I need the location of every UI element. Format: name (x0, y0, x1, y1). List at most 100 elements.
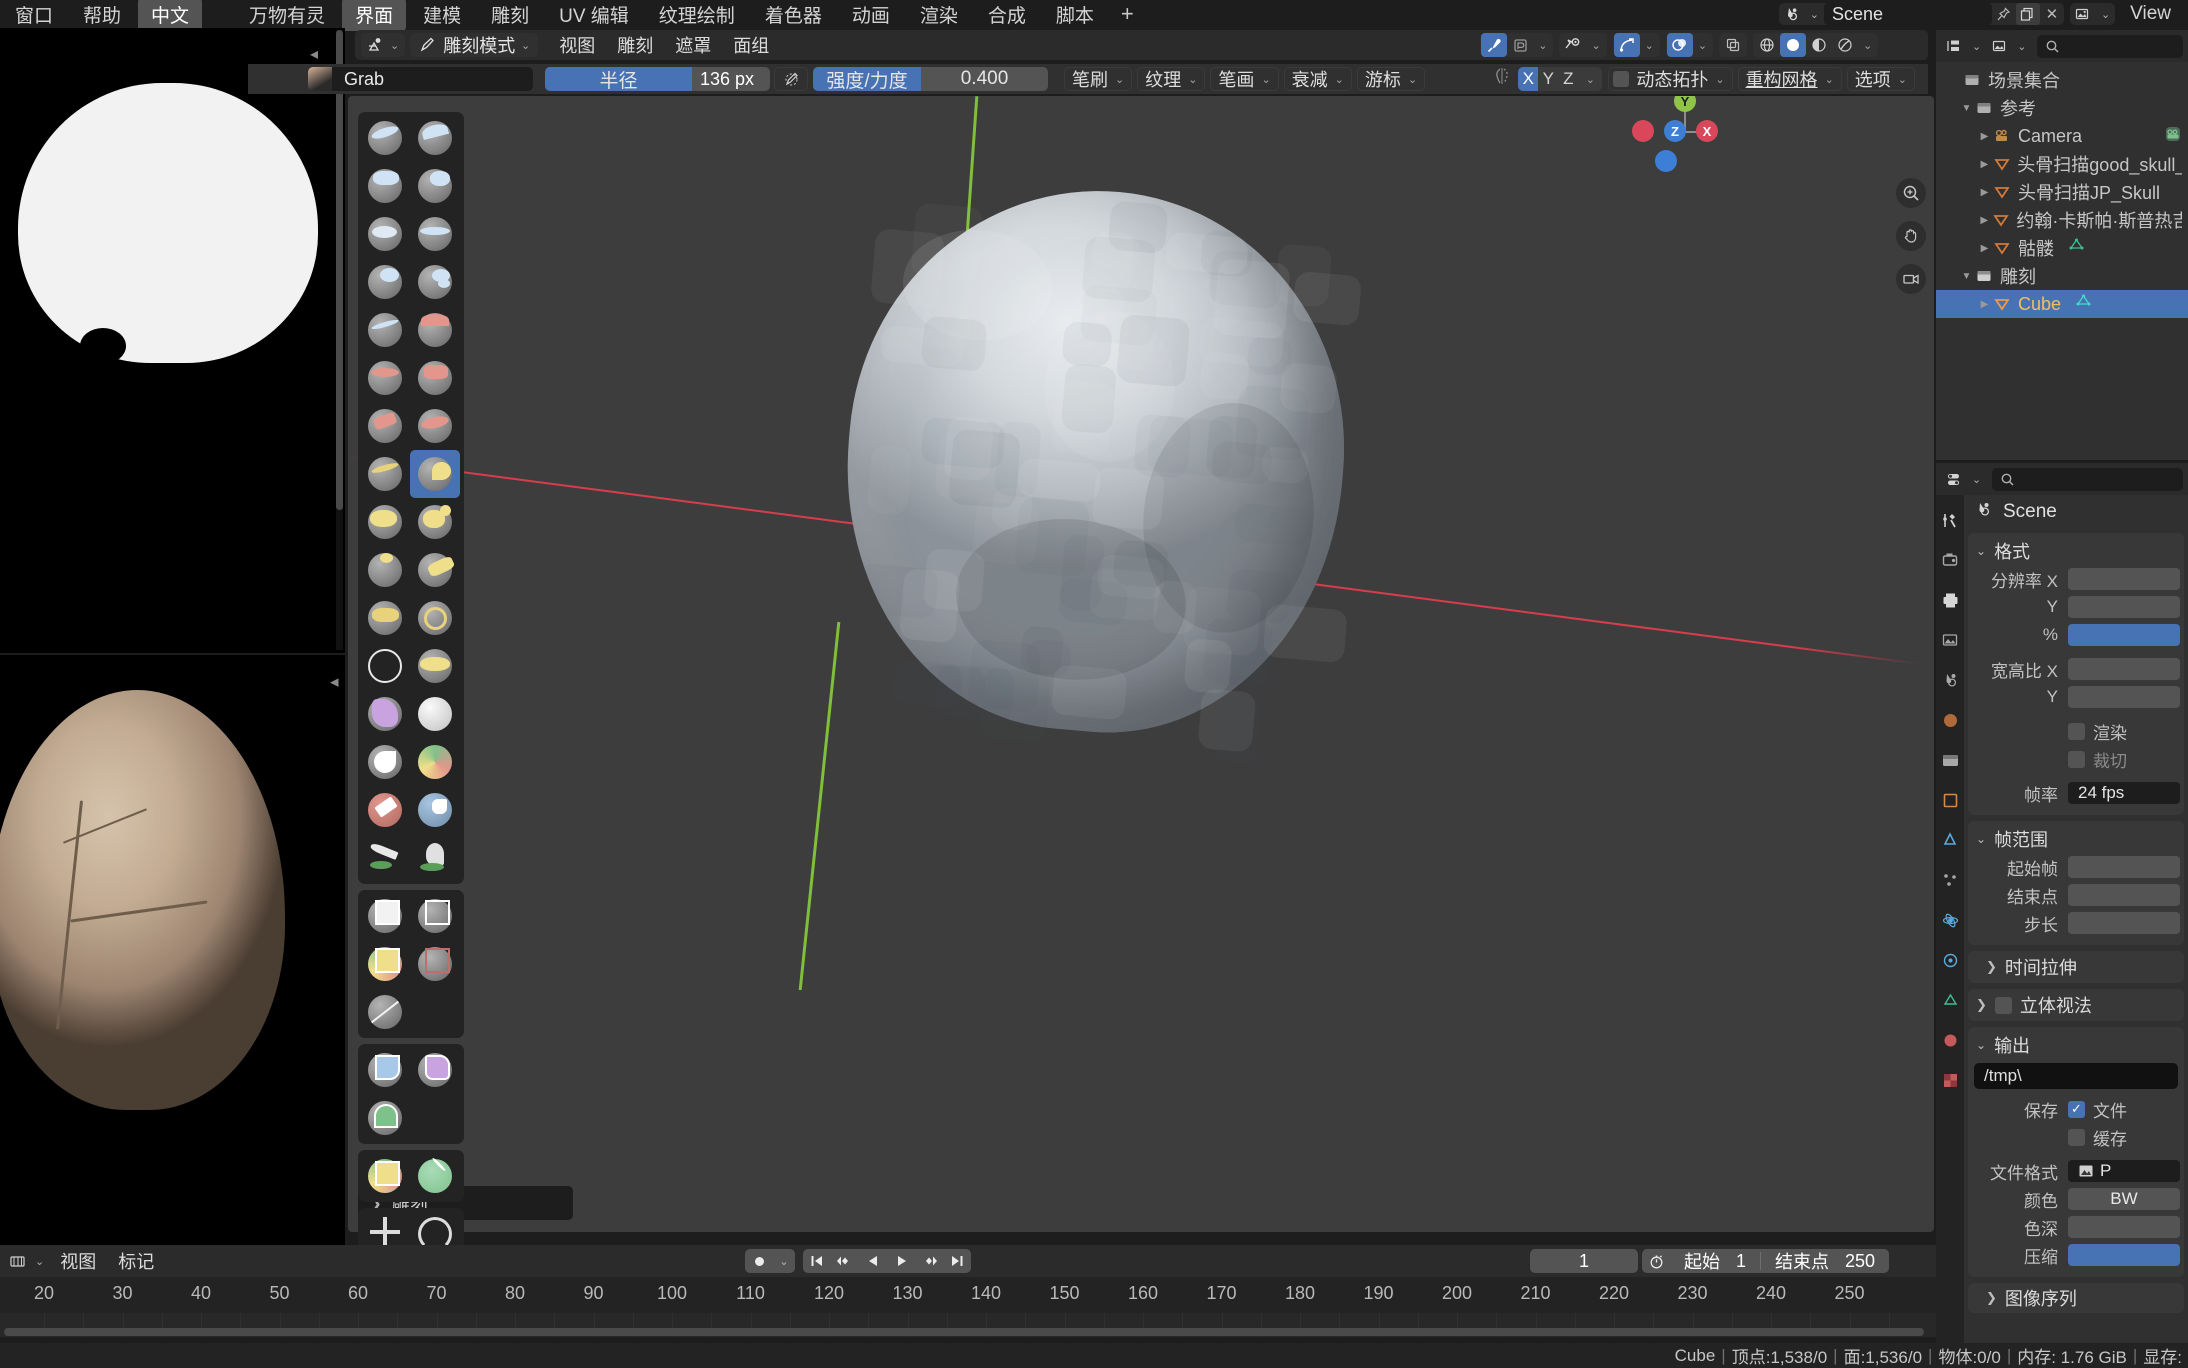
chevron-down-icon[interactable]: ⌄ (1976, 544, 1986, 558)
outliner-row-cube[interactable]: ▶ Cube (1936, 290, 2188, 318)
fill-tool[interactable] (410, 354, 460, 402)
edit-face-set-tool[interactable] (360, 1152, 410, 1200)
render-region-checkbox[interactable] (2068, 723, 2085, 740)
mask-by-color-tool[interactable] (410, 1152, 460, 1200)
language-button[interactable]: 中文 (138, 0, 202, 31)
row-compression[interactable]: 压缩 (1968, 1241, 2184, 1269)
texture-dropdown[interactable]: 纹理⌄ (1137, 67, 1205, 91)
line-project-tool[interactable] (360, 988, 410, 1036)
chevron-down-icon[interactable]: ⌄ (1898, 73, 1907, 86)
current-frame-field[interactable]: 1 (1530, 1249, 1638, 1273)
options-dropdown[interactable]: 选项⌄ (1847, 67, 1915, 91)
timeline-menu-view[interactable]: 视图 (49, 1246, 107, 1276)
properties-search-input[interactable] (1992, 468, 2183, 491)
outliner-display-icon[interactable] (1941, 35, 1967, 57)
disclosure-triangle[interactable]: ▶ (1978, 243, 1991, 254)
frame-start-field[interactable] (2068, 856, 2180, 878)
pinch-tool[interactable] (360, 450, 410, 498)
jump-to-start-icon[interactable] (803, 1249, 831, 1273)
chevron-down-icon[interactable]: ⌄ (1976, 832, 1986, 846)
properties-tab-modifier[interactable] (1939, 829, 1961, 851)
workspace-tab-0[interactable]: 万物有灵 (236, 0, 338, 31)
pin-icon[interactable] (1992, 3, 2016, 25)
menu-sculpt[interactable]: 雕刻 (606, 30, 664, 60)
scrape-tool[interactable] (360, 402, 410, 450)
chevron-right-icon[interactable]: ❯ (1986, 1290, 1997, 1306)
panel-format-header[interactable]: ⌄ 格式 (1968, 537, 2184, 565)
stroke-dropdown[interactable]: 笔画⌄ (1210, 67, 1278, 91)
workspace-tab-1[interactable]: 界面 (342, 0, 406, 31)
menu-help[interactable]: 帮助 (70, 0, 134, 31)
aspect-y-field[interactable] (2068, 686, 2180, 708)
row-aspect-y[interactable]: Y (1968, 683, 2184, 711)
stopwatch-icon[interactable] (1642, 1249, 1670, 1273)
frame-step-field[interactable] (2068, 912, 2180, 934)
disclosure-triangle[interactable]: ▶ (1978, 159, 1991, 170)
menu-face-sets[interactable]: 面组 (722, 30, 780, 60)
properties-tab-view-layer[interactable] (1939, 629, 1961, 651)
outliner-row-mesh-3[interactable]: ▶ 骷髅 (1936, 234, 2188, 262)
row-frame-step[interactable]: 步长 (1968, 909, 2184, 937)
chevron-down-icon[interactable]: ⌄ (1640, 39, 1659, 52)
chevron-down-icon[interactable]: ⌄ (1115, 73, 1124, 86)
inflate-tool[interactable] (360, 258, 410, 306)
boundary-tool[interactable] (410, 642, 460, 690)
panel-output-header[interactable]: ⌄ 输出 (1968, 1031, 2184, 1059)
properties-tab-constraints[interactable] (1939, 949, 1961, 971)
smear-tool[interactable] (410, 834, 460, 882)
panel-image-sequence-header[interactable]: ❯ 图像序列 (1968, 1283, 2184, 1313)
properties-tab-physics[interactable] (1939, 909, 1961, 931)
cloth-filter-tool[interactable] (410, 1046, 460, 1094)
chevron-down-icon[interactable]: ⌄ (773, 1249, 795, 1273)
multiplane-scrape-tool[interactable] (410, 402, 460, 450)
workspace-tab-7[interactable]: 动画 (839, 0, 903, 31)
draw-brush-tool[interactable] (360, 114, 410, 162)
smooth-tool[interactable] (410, 306, 460, 354)
3d-viewport[interactable]: 摄像机透视 (1) Cube Y Z X ❯ 雕刻 (348, 96, 1934, 1232)
gizmo-axis-y[interactable]: Y (1674, 96, 1696, 112)
view-layer-name[interactable]: View (2117, 0, 2184, 28)
row-frame-rate[interactable]: 帧率24 fps (1968, 779, 2184, 807)
symmetry-axis-x[interactable]: X (1518, 67, 1538, 91)
chevron-down-icon[interactable]: ⌄ (1188, 73, 1197, 86)
blob-tool[interactable] (410, 258, 460, 306)
disclosure-triangle[interactable]: ▶ (1978, 187, 1991, 198)
workspace-tab-10[interactable]: 脚本 (1043, 0, 1107, 31)
crease-tool[interactable] (360, 306, 410, 354)
resolution-y-field[interactable] (2068, 596, 2180, 618)
cloth-tool[interactable] (360, 690, 410, 738)
pose-tool[interactable] (410, 546, 460, 594)
elastic-deform-tool[interactable] (360, 498, 410, 546)
workspace-tab-3[interactable]: 雕刻 (478, 0, 542, 31)
color-field[interactable]: BW (2068, 1188, 2180, 1210)
outliner-row-sculpt-collection[interactable]: ▼ 雕刻 (1936, 262, 2188, 290)
prev-keyframe-icon[interactable] (831, 1249, 859, 1273)
clay-tool[interactable] (360, 162, 410, 210)
row-save-file[interactable]: 保存✓文件 (1968, 1095, 2184, 1123)
next-keyframe-icon[interactable] (915, 1249, 943, 1273)
scene-selector[interactable]: ⌄ Scene ✕ (1779, 3, 2064, 25)
timeline-menu-marker[interactable]: 标记 (107, 1246, 165, 1276)
row-frame-start[interactable]: 起始帧 (1968, 853, 2184, 881)
chevron-down-icon[interactable]: ⌄ (1825, 73, 1834, 86)
rotate-tool[interactable] (410, 594, 460, 642)
chevron-down-icon[interactable]: ⌄ (1261, 73, 1270, 86)
symmetry-axis-z[interactable]: Z (1558, 67, 1578, 91)
chevron-down-icon[interactable]: ⌄ (1715, 73, 1724, 86)
chevron-right-icon[interactable]: ❯ (1986, 959, 1997, 975)
brush-dropdown[interactable]: 笔刷⌄ (1064, 67, 1132, 91)
outliner-search-input[interactable] (2037, 35, 2183, 58)
camera-icon[interactable] (1896, 264, 1926, 294)
clay-strips-tool[interactable] (410, 162, 460, 210)
menu-view[interactable]: 视图 (548, 30, 606, 60)
timeline-horizontal-scrollbar[interactable] (4, 1328, 1924, 1336)
properties-editor-icon[interactable] (1941, 468, 1967, 490)
dyntopo-toggle[interactable]: 动态拓扑 ⌄ (1608, 67, 1732, 91)
remesh-dropdown[interactable]: 重构网格⌄ (1738, 67, 1842, 91)
multires-displacement-smear-tool[interactable] (410, 786, 460, 834)
outliner-row-scene-collection[interactable]: 场景集合 (1936, 66, 2188, 94)
color-depth-field[interactable] (2068, 1216, 2180, 1238)
falloff-dropdown[interactable]: 衰减⌄ (1284, 67, 1352, 91)
panel-frame-range-header[interactable]: ⌄ 帧范围 (1968, 825, 2184, 853)
workspace-tab-8[interactable]: 渲染 (907, 0, 971, 31)
